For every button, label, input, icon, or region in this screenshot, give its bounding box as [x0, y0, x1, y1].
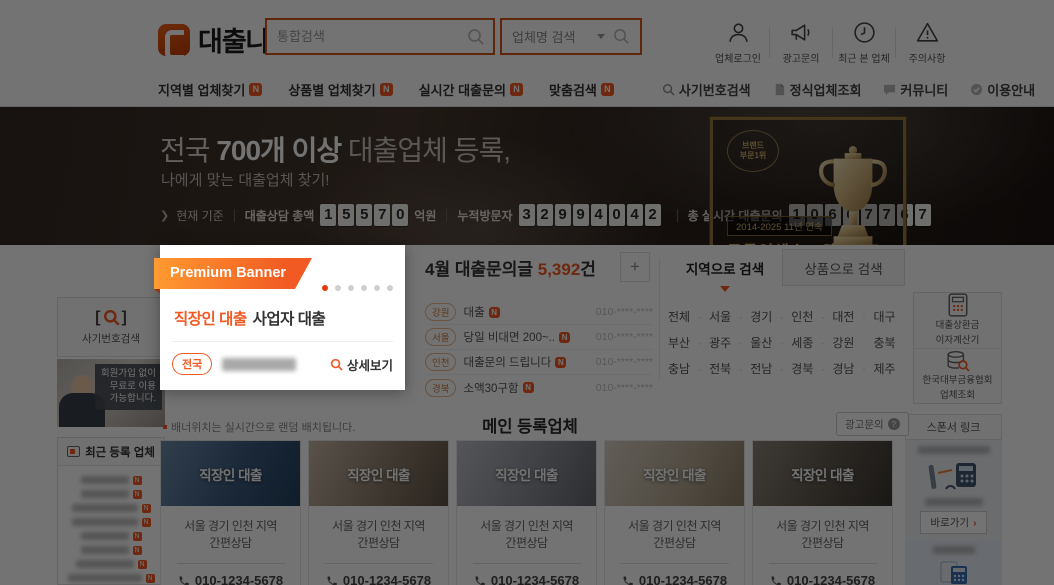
premium-banner-panel[interactable]: Premium Banner 직장인 대출사업자 대출 전국 상세보기	[160, 245, 405, 390]
region-badge: 전국	[172, 353, 212, 375]
carousel-dot[interactable]	[348, 285, 354, 291]
premium-company-blurred	[222, 358, 296, 371]
carousel-dot[interactable]	[361, 285, 367, 291]
premium-title: 직장인 대출사업자 대출	[174, 307, 325, 329]
detail-link[interactable]: 상세보기	[330, 355, 393, 374]
ribbon-fold	[154, 289, 160, 294]
premium-ribbon: Premium Banner	[154, 258, 312, 289]
search-icon	[330, 358, 343, 371]
carousel-dot[interactable]	[387, 285, 393, 291]
divider	[172, 341, 393, 342]
carousel-dot-active[interactable]	[322, 285, 328, 291]
carousel-dot[interactable]	[374, 285, 380, 291]
page: 대출나라 업체명 검색 업체로그인 광고문의 최근 본 업체	[0, 0, 1054, 585]
carousel-dots	[322, 285, 393, 291]
carousel-dot[interactable]	[335, 285, 341, 291]
